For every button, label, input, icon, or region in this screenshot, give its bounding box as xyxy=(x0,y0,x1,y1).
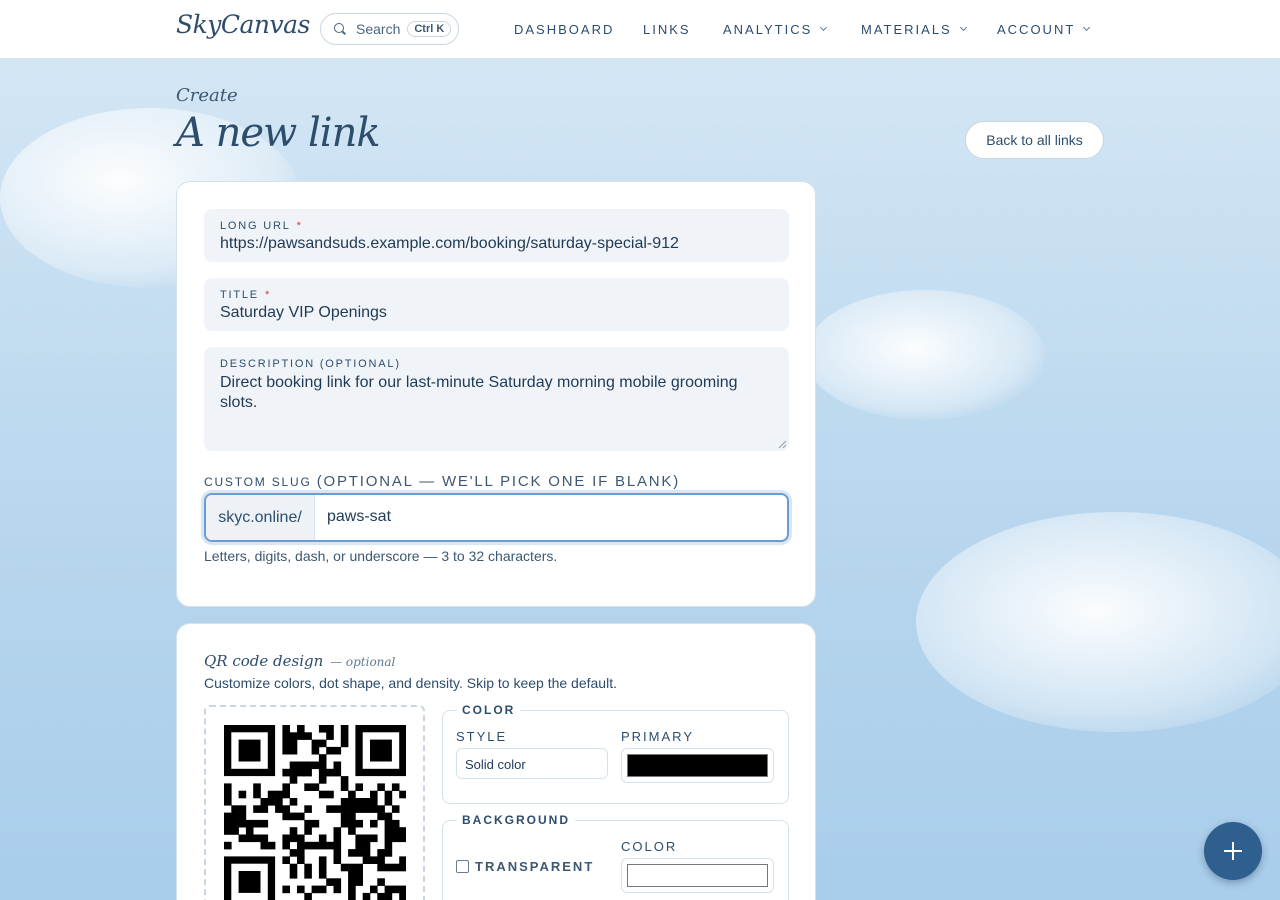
description-label: DESCRIPTION (OPTIONAL) xyxy=(220,358,401,370)
slug-domain-prefix: skyc.online/ xyxy=(206,495,315,540)
nav-links[interactable]: LINKS xyxy=(643,22,691,37)
transparent-checkbox[interactable] xyxy=(456,860,469,873)
required-mark: * xyxy=(264,289,272,301)
qr-design-optional-note: — optional xyxy=(330,655,396,669)
background-color-label: COLOR xyxy=(621,839,678,854)
chevron-down-icon xyxy=(820,23,828,32)
color-legend: COLOR xyxy=(457,703,521,717)
back-to-links-button[interactable]: Back to all links xyxy=(965,121,1104,159)
top-navigation-bar: SkyCanvas Search Ctrl K DASHBOARD LINKS … xyxy=(0,0,1280,59)
qr-design-title: QR code design — optional xyxy=(204,652,396,670)
qr-code-image xyxy=(224,725,406,900)
title-label: TITLE * xyxy=(220,289,272,301)
long-url-field[interactable]: LONG URL * https://pawsandsuds.example.co… xyxy=(204,209,789,262)
title-field[interactable]: TITLE * Saturday VIP Openings xyxy=(204,278,789,331)
custom-slug-hint: Letters, digits, dash, or underscore — 3… xyxy=(204,548,558,564)
qr-design-card: QR code design — optional Customize colo… xyxy=(176,623,816,900)
style-label: STYLE xyxy=(456,729,508,744)
page-title: A new link xyxy=(176,110,381,156)
custom-slug-label: CUSTOM SLUG (OPTIONAL — WE'LL PICK ONE I… xyxy=(204,473,681,490)
transparent-label[interactable]: TRANSPARENT xyxy=(475,859,594,874)
qr-preview xyxy=(204,705,425,900)
color-fieldset: COLOR STYLE Solid color PRIMARY xyxy=(442,703,789,804)
title-input[interactable]: Saturday VIP Openings xyxy=(220,303,387,323)
background-fieldset: BACKGROUND TRANSPARENT COLOR xyxy=(442,813,789,900)
primary-color-swatch xyxy=(627,754,768,777)
logo[interactable]: SkyCanvas xyxy=(176,10,310,39)
search-label: Search xyxy=(356,21,401,37)
resize-handle-icon[interactable] xyxy=(778,440,787,449)
nav-dashboard-label: DASHBOARD xyxy=(514,22,615,37)
background-cloud xyxy=(805,290,1045,420)
nav-analytics[interactable]: ANALYTICS xyxy=(723,22,828,37)
custom-slug-field[interactable]: skyc.online/ paws-sat xyxy=(204,493,789,542)
plus-icon xyxy=(1224,842,1242,860)
nav-account-label: ACCOUNT xyxy=(997,22,1076,37)
search-shortcut-badge: Ctrl K xyxy=(407,21,452,37)
required-mark: * xyxy=(296,220,303,232)
chevron-down-icon xyxy=(959,23,967,32)
color-style-select[interactable]: Solid color xyxy=(456,748,608,779)
background-legend: BACKGROUND xyxy=(457,813,575,827)
background-cloud xyxy=(916,512,1280,732)
background-color-picker[interactable] xyxy=(621,858,774,893)
nav-dashboard[interactable]: DASHBOARD xyxy=(514,22,614,37)
link-form-card: LONG URL * https://pawsandsuds.example.co… xyxy=(176,181,816,607)
search-icon xyxy=(333,22,347,36)
nav-account[interactable]: ACCOUNT xyxy=(997,22,1091,37)
long-url-label: LONG URL * xyxy=(220,220,303,232)
description-field[interactable]: DESCRIPTION (OPTIONAL) Direct booking li… xyxy=(204,347,789,451)
custom-slug-optional-note: (OPTIONAL — WE'LL PICK ONE IF BLANK) xyxy=(316,473,681,490)
nav-links-label: LINKS xyxy=(643,22,691,37)
nav-materials-label: MATERIALS xyxy=(861,22,952,37)
nav-materials[interactable]: MATERIALS xyxy=(861,22,967,37)
primary-label: PRIMARY xyxy=(621,729,694,744)
chevron-down-icon xyxy=(1083,23,1091,32)
nav-analytics-label: ANALYTICS xyxy=(723,22,813,37)
long-url-input[interactable]: https://pawsandsuds.example.com/booking/… xyxy=(220,234,679,254)
primary-color-picker[interactable] xyxy=(621,748,774,783)
custom-slug-input[interactable]: paws-sat xyxy=(327,508,391,526)
qr-design-subtitle: Customize colors, dot shape, and density… xyxy=(204,675,617,691)
search-button[interactable]: Search Ctrl K xyxy=(320,13,459,45)
create-fab-button[interactable] xyxy=(1204,822,1262,880)
page-eyebrow: Create xyxy=(176,85,238,106)
description-textarea[interactable]: Direct booking link for our last-minute … xyxy=(220,373,760,413)
background-color-swatch xyxy=(627,864,768,887)
